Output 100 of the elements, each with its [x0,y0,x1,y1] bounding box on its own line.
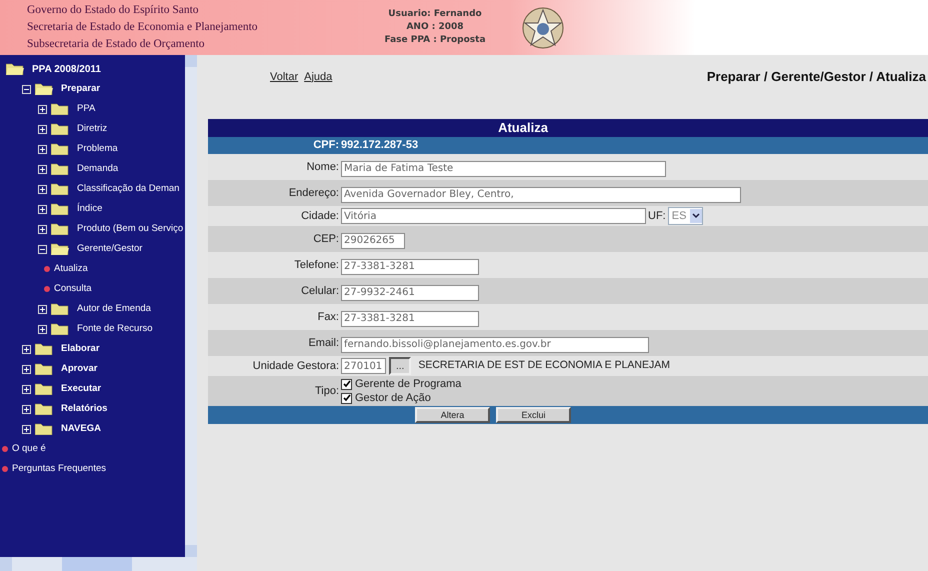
field-label: Fax: [316,310,339,325]
checkbox[interactable] [341,392,352,404]
form-title: Atualiza [208,119,928,137]
scrollbar[interactable] [0,557,197,571]
tree-item[interactable]: Índice [77,202,102,216]
checkbox-label: Gestor de Ação [355,390,431,406]
folder-icon [51,323,69,335]
tree-item[interactable]: Executar [61,382,102,396]
text-field[interactable]: fernando.bissoli@planejamento.es.gov.br [341,336,649,352]
tree-item[interactable]: Diretriz [77,122,108,136]
collapse-icon[interactable] [22,84,31,94]
text-field[interactable]: 29026265 [341,232,405,248]
folder-icon [35,363,53,375]
expand-icon[interactable] [38,304,47,314]
form-button[interactable]: Altera [415,407,490,423]
expand-icon[interactable] [22,404,31,414]
cpf-value: 992.172.287-53 [340,138,418,154]
text-field[interactable]: 27-3381-3281 [341,258,479,274]
checkbox[interactable] [341,378,352,390]
field-label: Endereço: [288,186,339,201]
field-label: UF: [648,208,666,224]
tree-item[interactable]: Problema [77,142,118,156]
tree-item[interactable]: O que é [12,442,46,456]
collapse-icon[interactable] [38,244,47,254]
tree-item[interactable]: Gerente/Gestor [77,242,142,256]
field-label: Unidade Gestora: [252,358,339,374]
field-label: Telefone: [293,258,339,273]
nav-link[interactable]: Voltar [270,68,298,86]
folder-icon [51,163,69,175]
bullet-icon [44,286,50,292]
expand-icon[interactable] [22,344,31,354]
tree-item[interactable]: Elaborar [61,342,100,356]
field-label: Tipo: [314,384,339,399]
expand-icon[interactable] [22,424,31,434]
field-label: CPF: [312,138,339,154]
folder-icon [35,403,53,415]
folder-icon [51,243,69,255]
bullet-icon [44,266,50,272]
lookup-button[interactable]: ... [389,357,412,375]
nav-link[interactable]: Ajuda [304,68,332,86]
header-title: Governo do Estado do Espírito Santo [27,3,200,18]
tree-item[interactable]: PPA [77,102,96,116]
header-title: Secretaria de Estado de Economia e Planejamento [27,20,259,35]
header-title: Subsecretaria de Estado de Orçamento [27,37,206,52]
emblem-icon [520,4,566,50]
bullet-icon [2,446,8,452]
tree-item[interactable]: Atualiza [54,262,88,276]
text-field[interactable]: Maria de Fatima Teste [341,160,666,176]
form-button[interactable]: Exclui [496,407,571,423]
tree-item[interactable]: Autor de Emenda [77,302,151,316]
user-info: Fase PPA : Proposta [384,34,486,47]
field-label: Celular: [300,284,339,299]
text-field[interactable]: Vitória [341,208,646,224]
expand-icon[interactable] [38,104,47,114]
folder-icon [51,143,69,155]
tree-item[interactable]: Fonte de Recurso [77,322,153,336]
user-info: ANO : 2008 [406,21,464,34]
tree-item[interactable]: Preparar [61,82,100,96]
expand-icon[interactable] [38,164,47,174]
tree-item[interactable]: NAVEGA [61,422,101,436]
field-label: Email: [307,336,339,351]
folder-icon [51,123,69,135]
folder-icon [51,183,69,195]
expand-icon[interactable] [22,384,31,394]
scrollbar[interactable] [185,55,197,557]
text-field[interactable]: 27-9932-2461 [341,284,479,300]
user-info: Usuario: Fernando [388,8,482,21]
tree-item[interactable]: Demanda [77,162,118,176]
chevron-down-icon [690,209,702,223]
expand-icon[interactable] [38,124,47,134]
text-field[interactable]: Avenida Governador Bley, Centro, [341,186,741,202]
field-label: CEP: [312,232,339,247]
folder-icon [51,303,69,315]
checkbox-label: Gerente de Programa [355,376,462,392]
expand-icon[interactable] [38,324,47,334]
tree-item[interactable]: Perguntas Frequentes [12,462,106,476]
expand-icon[interactable] [38,224,47,234]
state-dropdown[interactable]: ES [668,207,704,225]
expand-icon[interactable] [38,184,47,194]
folder-icon [35,83,53,95]
expand-icon[interactable] [22,364,31,374]
tree-item[interactable]: Classificação da Deman [77,182,180,196]
unit-description: SECRETARIA DE EST DE ECONOMIA E PLANEJAM [418,358,670,374]
field-label: Nome: [306,160,339,175]
tree-item[interactable]: PPA 2008/2011 [32,62,101,76]
tree-item[interactable]: Aprovar [61,362,98,376]
tree-item[interactable]: Relatórios [61,402,108,416]
text-field[interactable]: 270101 [341,358,386,374]
folder-icon [35,343,53,355]
text-field[interactable]: 27-3381-3281 [341,310,479,326]
folder-icon [51,223,69,235]
bullet-icon [2,466,8,472]
tree-item[interactable]: Consulta [54,282,92,296]
folder-icon [6,63,24,75]
folder-icon [51,103,69,115]
expand-icon[interactable] [38,144,47,154]
expand-icon[interactable] [38,204,47,214]
folder-icon [51,203,69,215]
tree-item[interactable]: Produto (Bem ou Serviço [77,222,184,236]
folder-icon [35,383,53,395]
